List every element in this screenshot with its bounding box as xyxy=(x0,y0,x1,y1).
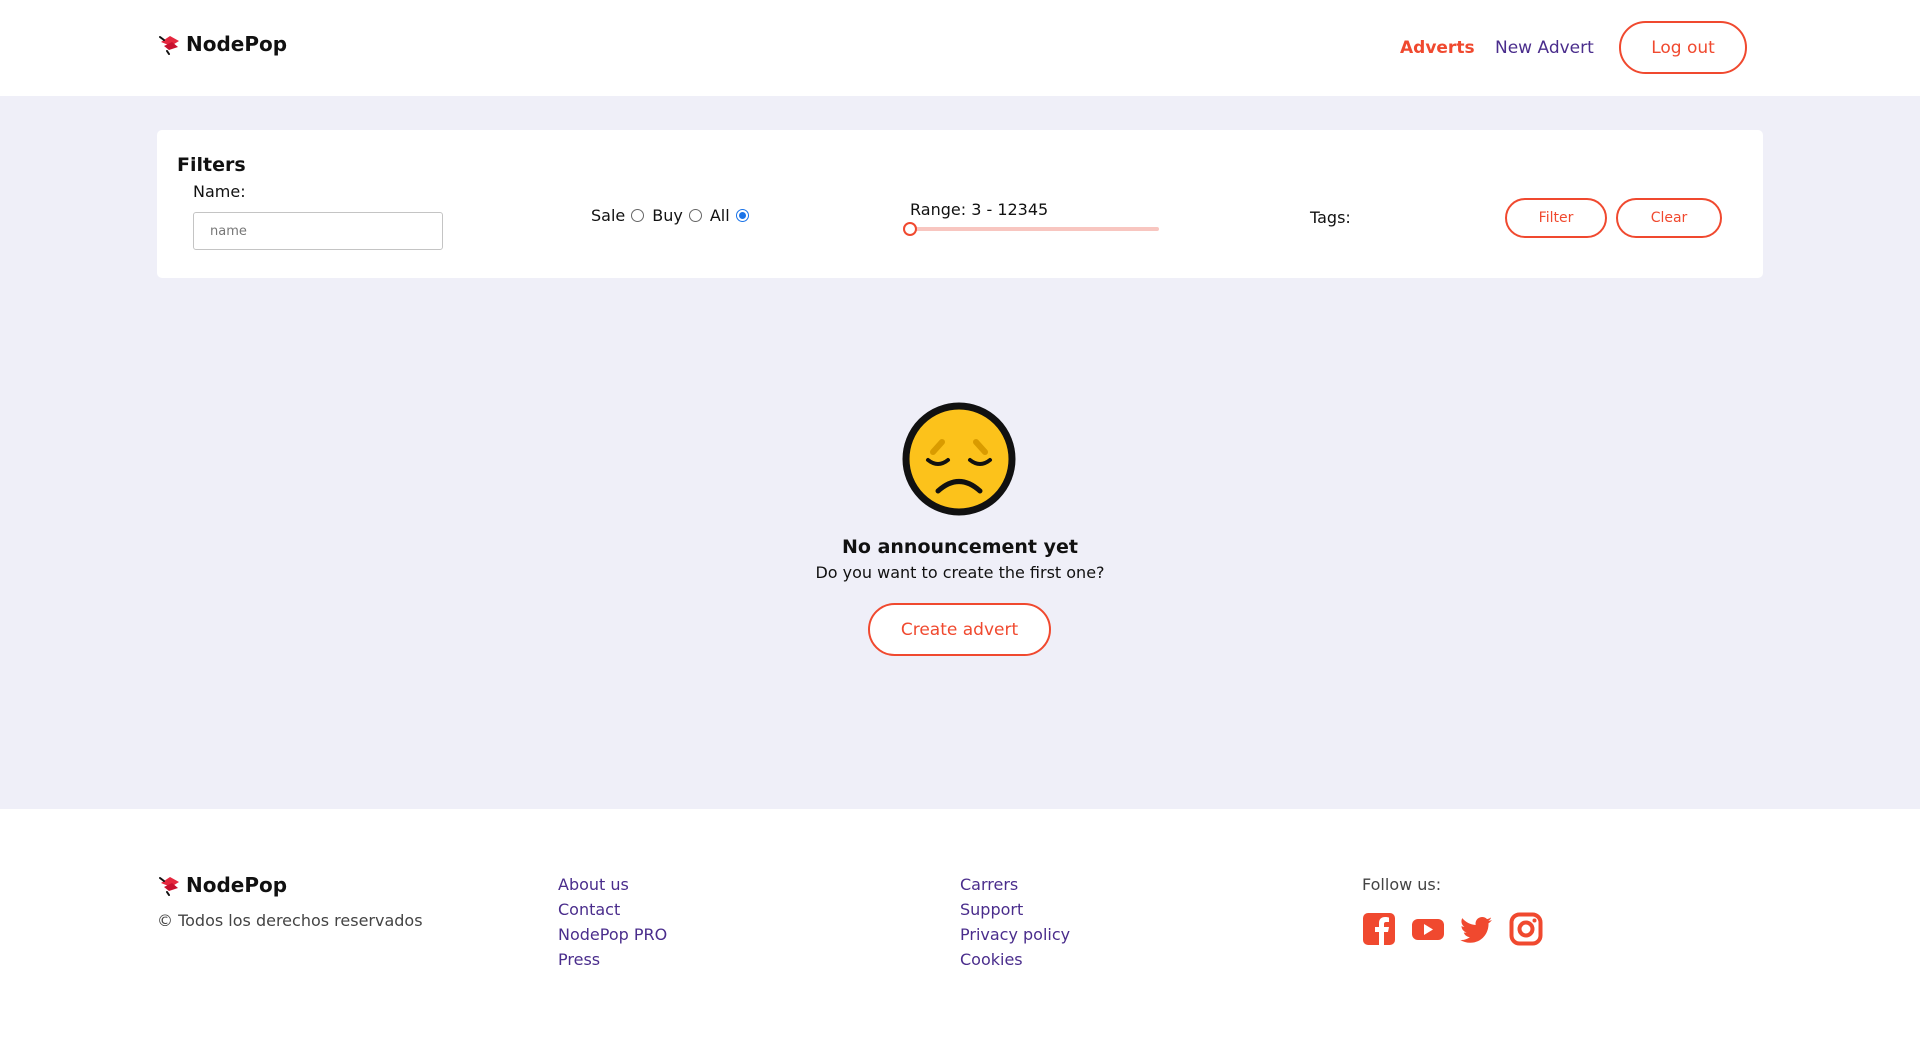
clear-button[interactable]: Clear xyxy=(1616,198,1722,238)
nav-new-advert-link[interactable]: New Advert xyxy=(1495,38,1594,58)
youtube-icon xyxy=(1412,919,1444,940)
filters-title: Filters xyxy=(177,154,246,176)
instagram-link[interactable] xyxy=(1509,912,1543,946)
footer-link-press[interactable]: Press xyxy=(558,950,667,969)
main-content: Filters Name: Sale Buy All Range: 3 - 12… xyxy=(0,96,1920,809)
type-label-sale: Sale xyxy=(591,206,626,225)
logout-button[interactable]: Log out xyxy=(1619,21,1747,74)
footer-link-nodepop-pro[interactable]: NodePop PRO xyxy=(558,925,667,944)
social-links xyxy=(1362,912,1543,946)
top-header: NodePop Adverts New Advert Log out xyxy=(0,0,1920,96)
name-filter-input[interactable] xyxy=(193,212,443,250)
empty-state-title: No announcement yet xyxy=(842,536,1078,558)
nodepop-logo-icon xyxy=(159,36,179,55)
price-range-track[interactable] xyxy=(909,227,1159,231)
twitter-link[interactable] xyxy=(1460,912,1494,946)
footer-links-col-2: Carrers Support Privacy policy Cookies xyxy=(960,875,1070,969)
copyright-text: © Todos los derechos reservados xyxy=(157,911,423,930)
price-range-handle[interactable] xyxy=(903,222,917,236)
price-range-label: Range: 3 - 12345 xyxy=(910,200,1049,219)
footer-link-about-us[interactable]: About us xyxy=(558,875,667,894)
facebook-icon xyxy=(1363,913,1395,945)
create-advert-button[interactable]: Create advert xyxy=(868,603,1051,656)
youtube-link[interactable] xyxy=(1411,912,1445,946)
name-filter-label: Name: xyxy=(193,182,246,201)
sad-face-icon xyxy=(902,402,1016,516)
logo-link[interactable]: NodePop xyxy=(158,32,287,56)
footer-logo-text: NodePop xyxy=(186,873,288,897)
footer-link-carrers[interactable]: Carrers xyxy=(960,875,1070,894)
footer-links-col-1: About us Contact NodePop PRO Press xyxy=(558,875,667,969)
nav-adverts-link[interactable]: Adverts xyxy=(1400,38,1475,58)
instagram-icon xyxy=(1509,912,1543,946)
facebook-link[interactable] xyxy=(1362,912,1396,946)
type-label-all: All xyxy=(709,206,730,225)
empty-state-subtitle: Do you want to create the first one? xyxy=(815,563,1105,582)
filters-panel: Filters Name: Sale Buy All Range: 3 - 12… xyxy=(157,130,1763,278)
follow-us-label: Follow us: xyxy=(1362,875,1442,894)
type-radio-sale[interactable] xyxy=(631,209,645,222)
footer-link-cookies[interactable]: Cookies xyxy=(960,950,1070,969)
logo-text: NodePop xyxy=(186,32,288,56)
type-radio-buy[interactable] xyxy=(688,209,702,222)
nodepop-logo-icon xyxy=(159,877,179,896)
type-radio-group: Sale Buy All xyxy=(591,206,757,225)
filter-button[interactable]: Filter xyxy=(1505,198,1607,238)
footer-logo-link[interactable]: NodePop xyxy=(158,873,287,897)
footer-link-support[interactable]: Support xyxy=(960,900,1070,919)
type-radio-all[interactable] xyxy=(735,209,749,222)
twitter-icon xyxy=(1460,916,1492,943)
type-label-buy: Buy xyxy=(652,206,683,225)
footer-link-contact[interactable]: Contact xyxy=(558,900,667,919)
footer-link-privacy-policy[interactable]: Privacy policy xyxy=(960,925,1070,944)
tags-filter-label: Tags: xyxy=(1310,208,1351,227)
